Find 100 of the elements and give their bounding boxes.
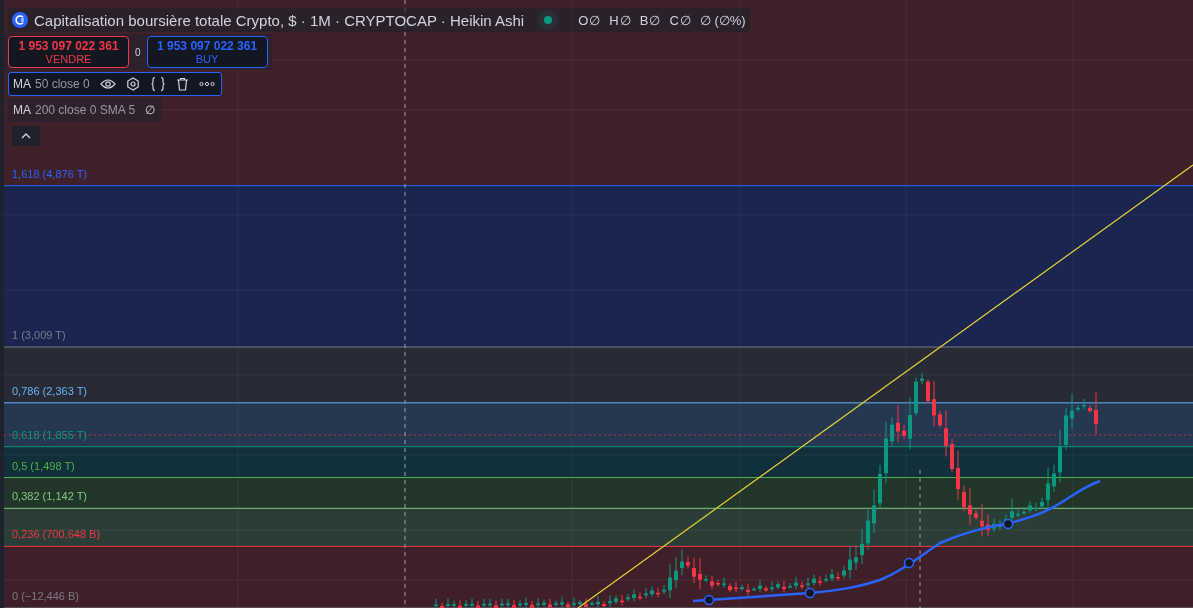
candle	[698, 557, 702, 590]
more-icon[interactable]	[198, 81, 215, 87]
ohlc-label: C	[669, 12, 679, 28]
candle	[758, 579, 762, 593]
candle	[494, 600, 498, 608]
buy-button[interactable]: 1 953 097 022 361 BUY	[146, 36, 268, 68]
fib-level-label: 0 (−12,446 B)	[12, 590, 79, 602]
candle	[650, 585, 654, 598]
candle	[1046, 466, 1050, 511]
candle	[794, 576, 798, 590]
candle	[566, 601, 570, 608]
fib-level-label: 1,618 (4,876 T)	[12, 167, 87, 180]
candle	[944, 410, 948, 458]
candle	[812, 574, 816, 586]
indicator-legend[interactable]: MA 50 close 0	[8, 72, 222, 96]
candle	[806, 577, 810, 589]
candle	[776, 580, 780, 590]
candle	[1070, 393, 1074, 430]
candle	[542, 598, 546, 608]
collapse-button[interactable]	[12, 126, 40, 146]
ohlc-value: ∅	[679, 12, 691, 28]
candle	[614, 594, 618, 605]
sell-button[interactable]: 1 953 097 022 361 VENDRE	[8, 36, 129, 68]
candle	[632, 588, 636, 602]
candle	[578, 599, 582, 607]
candle	[704, 574, 708, 583]
candle	[872, 489, 876, 534]
candle	[518, 599, 522, 608]
candle	[548, 598, 552, 608]
point-marker	[703, 594, 715, 606]
candle	[1016, 508, 1020, 518]
ohlc-label: B	[639, 12, 649, 28]
coin-logo-icon	[12, 12, 28, 28]
fib-level-label: 0,236 (700,648 B)	[12, 528, 101, 541]
candle	[446, 597, 450, 608]
candle	[620, 594, 624, 607]
candle	[1028, 500, 1032, 514]
candle	[986, 514, 990, 537]
candle	[764, 585, 768, 593]
candle	[734, 581, 738, 593]
candle	[572, 596, 576, 608]
candle	[950, 438, 954, 473]
candle	[692, 556, 696, 584]
candle	[968, 487, 972, 526]
candle	[590, 600, 594, 607]
candle	[824, 574, 828, 584]
candle	[434, 598, 438, 608]
candle	[974, 509, 978, 521]
indicator-value: ∅	[145, 103, 156, 117]
candle	[890, 416, 894, 447]
candle	[674, 556, 678, 589]
spread-value: 0	[135, 46, 141, 58]
candle	[452, 600, 456, 608]
candle	[1034, 502, 1038, 512]
candle	[560, 596, 564, 608]
candle	[1022, 506, 1026, 516]
candle	[680, 549, 684, 576]
settings-icon[interactable]	[125, 77, 140, 91]
candle	[836, 571, 840, 582]
point-marker	[1002, 518, 1014, 530]
trash-icon[interactable]	[175, 77, 189, 91]
point-marker	[903, 557, 915, 569]
candle	[716, 579, 720, 587]
indicator-name: MA	[13, 77, 31, 91]
indicator-legend[interactable]: MA 200 close 0 SMA 5 ∅	[8, 98, 163, 122]
candle	[770, 581, 774, 592]
change-value: ∅ (∅%)	[699, 12, 746, 28]
indicator-params: 200 close 0 SMA 5	[35, 103, 136, 117]
fib-level-label: 1 (3,009 T)	[12, 329, 66, 341]
candle	[476, 600, 480, 608]
candle	[722, 577, 726, 589]
candle	[656, 587, 660, 598]
candle	[1058, 429, 1062, 483]
braces-icon[interactable]	[149, 76, 166, 92]
fib-level-label: 0,382 (1,142 T)	[12, 490, 87, 503]
symbol-title[interactable]: Capitalisation boursière totale Crypto, $ · 1M · CRYPTOCAP · Heikin Ashi	[34, 11, 525, 29]
candle	[884, 421, 888, 484]
eye-icon[interactable]	[99, 78, 116, 90]
candle	[848, 545, 852, 579]
indicator-params: 50 close 0	[35, 77, 90, 91]
candle	[1088, 404, 1092, 414]
candle	[686, 556, 690, 570]
candle	[530, 600, 534, 608]
candle	[956, 449, 960, 501]
candle	[818, 575, 822, 587]
candle	[998, 519, 1002, 531]
candle	[800, 581, 804, 590]
candle	[464, 599, 468, 608]
candle	[710, 575, 714, 590]
candle	[596, 595, 600, 608]
indicator-name: MA	[13, 103, 31, 117]
candle	[752, 586, 756, 592]
candle	[584, 597, 588, 608]
ohlc-label: H	[609, 12, 619, 28]
candle	[1040, 497, 1044, 510]
candle	[608, 594, 612, 608]
candle	[500, 598, 504, 608]
candle	[644, 587, 648, 600]
candle	[554, 600, 558, 607]
candle	[1064, 407, 1068, 451]
